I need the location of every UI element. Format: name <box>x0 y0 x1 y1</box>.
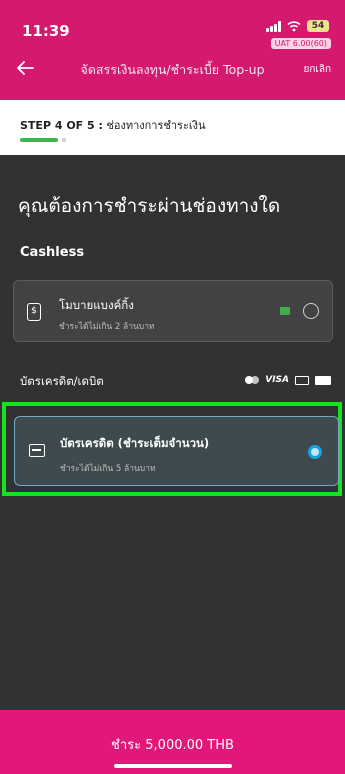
radio-selected[interactable] <box>308 445 322 459</box>
step-indicator: STEP 4 OF 5 : ช่องทางการชำระเงิน <box>0 100 345 155</box>
option-title: โมบายแบงค์กิ้ง <box>59 298 134 312</box>
section-title-cashless: Cashless <box>20 245 85 260</box>
mobile-money-icon: $ <box>27 303 41 321</box>
battery-icon: 54 <box>307 20 329 32</box>
payment-channel-screen: 11:39 54 UAT 6.00(60) จัดสรรเงินลงทุน/ชำ… <box>0 0 345 774</box>
app-header: 11:39 54 UAT 6.00(60) จัดสรรเงินลงทุน/ชำ… <box>0 0 345 100</box>
option-subtitle: ชำระได้ไม่เกิน 5 ล้านบาท <box>60 464 156 474</box>
card-brand-logos: VISA <box>245 375 331 385</box>
uat-badge: UAT 6.00(60) <box>270 38 331 49</box>
visa-icon: VISA <box>265 375 289 385</box>
signal-icon <box>266 20 281 32</box>
credit-card-icon <box>29 444 45 457</box>
option-mobile-banking[interactable]: $ โมบายแบงค์กิ้ง ชำระได้ไม่เกิน 2 ล้านบา… <box>13 280 333 342</box>
home-indicator <box>114 764 232 768</box>
amex-icon <box>315 375 331 385</box>
pay-button[interactable]: ชำระ 5,000.00 THB <box>0 734 345 755</box>
jcb-icon <box>295 375 309 385</box>
main-content: คุณต้องการชำระผ่านช่องทางใด Cashless $ โ… <box>0 155 345 710</box>
cancel-button[interactable]: ยกเลิก <box>303 62 331 77</box>
status-icons: 54 <box>266 20 329 32</box>
step-progress-dot <box>62 138 66 142</box>
step-progress <box>20 138 66 142</box>
option-credit-card[interactable]: บัตรเครดิต (ชำระเต็มจำนวน) ชำระได้ไม่เกิ… <box>14 416 339 486</box>
radio-unselected[interactable] <box>303 303 319 319</box>
page-question: คุณต้องการชำระผ่านช่องทางใด <box>18 195 281 217</box>
option-subtitle: ชำระได้ไม่เกิน 2 ล้านบาท <box>59 322 155 332</box>
option-title: บัตรเครดิต (ชำระเต็มจำนวน) <box>60 436 210 450</box>
header-title: จัดสรรเงินลงทุน/ชำระเบี้ย Top-up <box>80 62 265 77</box>
section-title-card: บัตรเครดิต/เดบิต <box>20 374 104 388</box>
footer-bar: ชำระ 5,000.00 THB <box>0 710 345 774</box>
step-description: ช่องทางการชำระเงิน <box>106 119 206 132</box>
step-text: STEP 4 OF 5 : ช่องทางการชำระเงิน <box>20 116 206 134</box>
wifi-icon <box>287 21 301 32</box>
status-time: 11:39 <box>22 22 70 40</box>
mastercard-icon <box>245 376 260 384</box>
step-progress-bar <box>20 138 58 142</box>
kplus-icon <box>280 307 290 315</box>
step-label: STEP 4 OF 5 : <box>20 119 103 132</box>
